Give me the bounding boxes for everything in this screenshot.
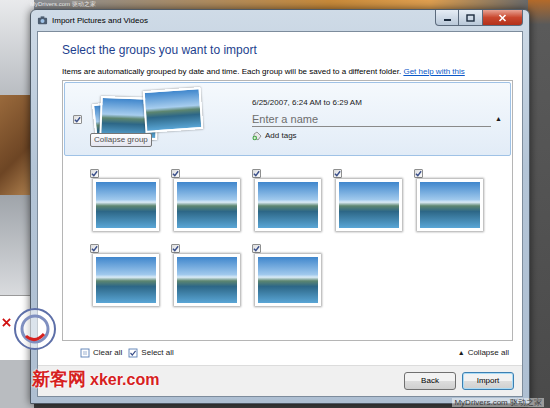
select-all-link[interactable]: Select all [128,347,173,359]
watermark-text: 新客网 [32,368,86,390]
watermark: 新客网 xker.com [32,368,159,391]
thumbnail-grid [64,156,511,306]
description: Items are automatically grouped by date … [62,67,513,77]
collapse-all-link[interactable]: ▲ Collapse all [458,347,509,359]
desktop-background [528,0,550,408]
photo-stack[interactable]: Collapse group [88,87,206,151]
tooltip: Collapse group [90,133,152,147]
clear-all-link[interactable]: Clear all [80,347,122,359]
thumbnail-item[interactable] [414,169,495,231]
group-name-input[interactable] [252,112,491,127]
collapse-toggle[interactable]: ▲ [495,114,502,124]
check-icon [253,170,260,177]
minimize-button[interactable] [435,10,459,26]
footer-links: Clear all Select all ▲ Collapse all [62,341,513,365]
title-bar[interactable]: Import Pictures and Videos [37,10,523,31]
check-icon [334,170,341,177]
tag-icon [252,131,262,141]
camera-icon [37,15,48,26]
thumbnail-item[interactable] [90,244,171,306]
check-icon [172,245,179,252]
item-checkbox[interactable] [90,169,99,178]
check-icon [253,245,260,252]
check-icon [91,170,98,177]
group-date: 6/25/2007, 6:24 AM to 6:29 AM [252,98,502,108]
clear-all-text: Clear all [93,347,122,359]
photo-thumbnail[interactable] [417,179,483,231]
thumbnail-item[interactable] [333,169,414,231]
collapse-arrow: ▲ [458,348,465,359]
group-list: Collapse group 6/25/2007, 6:24 AM to 6:2… [62,80,513,341]
check-icon [415,170,422,177]
maximize-icon [466,14,475,22]
check-icon [172,170,179,177]
item-checkbox[interactable] [171,244,180,253]
photo-thumbnail[interactable] [255,179,321,231]
thumbnail-item[interactable] [90,169,171,231]
back-button[interactable]: Back [404,372,456,390]
add-tags-text: Add tags [265,131,297,141]
import-button[interactable]: Import [462,372,514,390]
photo-thumbnail[interactable] [93,254,159,306]
watermark: MyDrivers.com 驱动之家 [30,0,96,8]
photo-thumbnail[interactable] [336,179,402,231]
group-checkbox[interactable] [73,115,82,124]
select-all-icon [128,348,138,358]
thumbnail-item[interactable] [171,244,252,306]
select-all-text: Select all [141,347,173,359]
help-link[interactable]: Get help with this [403,67,464,76]
photo-thumbnail[interactable] [174,254,240,306]
watermark-text: xker.com [90,369,159,391]
photo-thumbnail[interactable] [174,179,240,231]
check-icon [74,116,81,123]
item-checkbox[interactable] [252,169,261,178]
thumbnail-item[interactable] [252,169,333,231]
watermark-logo-icon [12,306,58,352]
clear-all-icon [80,348,90,358]
group-header[interactable]: Collapse group 6/25/2007, 6:24 AM to 6:2… [64,82,511,156]
maximize-button[interactable] [459,10,483,26]
page-heading: Select the groups you want to import [62,42,513,58]
description-text: Items are automatically grouped by date … [62,67,401,76]
window-title: Import Pictures and Videos [52,15,148,27]
thumbnail-item[interactable] [252,244,333,306]
item-checkbox[interactable] [171,169,180,178]
close-icon [2,318,11,327]
close-button[interactable] [483,10,523,26]
item-checkbox[interactable] [414,169,423,178]
close-icon [498,14,507,22]
import-dialog: Import Pictures and Videos Select the gr… [30,9,530,404]
item-checkbox[interactable] [333,169,342,178]
collapse-all-text: Collapse all [468,347,509,359]
watermark: MyDrivers.com 驱动之家 [452,398,544,407]
photo-thumbnail[interactable] [255,254,321,306]
item-checkbox[interactable] [252,244,261,253]
thumbnail-item[interactable] [171,169,252,231]
minimize-icon [443,14,452,22]
add-tags-link[interactable]: Add tags [252,131,502,141]
item-checkbox[interactable] [90,244,99,253]
check-icon [91,245,98,252]
photo-thumbnail[interactable] [93,179,159,231]
